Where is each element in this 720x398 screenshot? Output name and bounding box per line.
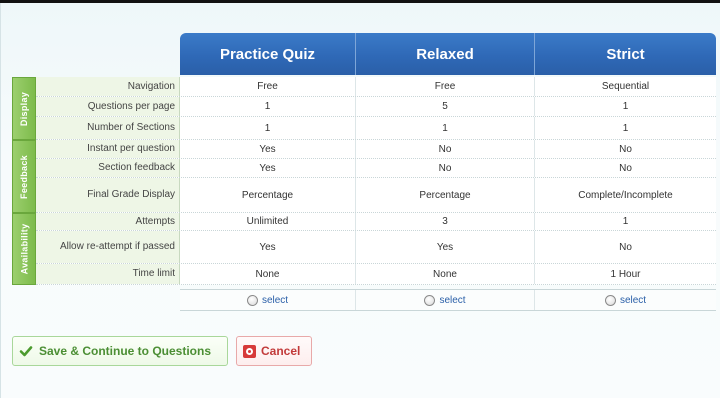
group-label-availability: Availability: [12, 213, 36, 285]
table-cell: Sequential: [601, 81, 650, 92]
table-row-final-grade-display: Final Grade Display Percentage Percentag…: [36, 178, 716, 213]
save-button-label: Save & Continue to Questions: [39, 344, 212, 358]
table-cell: 1: [180, 117, 356, 139]
cancel-button[interactable]: Cancel: [236, 336, 312, 366]
table-cell: Yes: [180, 231, 356, 263]
group-label-feedback: Feedback: [12, 140, 36, 213]
select-relaxed[interactable]: select: [356, 290, 535, 310]
group-label-display: Display: [12, 77, 36, 140]
table-cell: No: [356, 140, 535, 158]
table-row-section-feedback: Section feedback Yes No No: [36, 159, 716, 178]
select-strict[interactable]: select: [535, 290, 716, 310]
save-continue-button[interactable]: Save & Continue to Questions: [12, 336, 228, 366]
column-header-practice-quiz: Practice Quiz: [180, 33, 356, 75]
cancel-icon: [243, 344, 256, 358]
row-label: Section feedback: [36, 159, 180, 177]
table-row-time-limit: Time limit None None 1 Hour: [36, 264, 716, 285]
table-cell: Percentage: [356, 178, 535, 212]
table-cell: Yes: [180, 140, 356, 158]
table-row-instant-per-question: Instant per question Yes No No: [36, 140, 716, 159]
table-cell: 1: [622, 216, 629, 227]
select-link[interactable]: select: [262, 295, 288, 306]
checkmark-icon: [19, 346, 33, 357]
table-cell: Unlimited: [180, 213, 356, 230]
table-row-navigation: Navigation Free Free Sequential: [36, 77, 716, 97]
settings-table: Display Feedback Availability Navigation…: [12, 77, 716, 311]
column-header-strict: Strict: [535, 33, 716, 75]
table-row-allow-reattempt: Allow re-attempt if passed Yes Yes No: [36, 231, 716, 264]
table-cell: Yes: [180, 159, 356, 177]
select-link[interactable]: select: [620, 295, 646, 306]
table-cell: 1 Hour: [610, 268, 641, 280]
select-link[interactable]: select: [439, 295, 465, 306]
table-row-attempts: Attempts Unlimited 3 1: [36, 213, 716, 231]
row-label: Navigation: [36, 77, 180, 96]
table-cell: Yes: [356, 231, 535, 263]
table-cell: No: [619, 162, 632, 174]
select-row: select select select: [180, 289, 716, 311]
table-cell: 1: [622, 101, 629, 112]
table-cell: 1: [622, 122, 629, 134]
table-cell: 1: [180, 97, 356, 116]
radio-icon[interactable]: [604, 294, 616, 306]
table-cell: Free: [356, 77, 535, 96]
radio-icon[interactable]: [246, 294, 258, 306]
row-label: Allow re-attempt if passed: [36, 231, 180, 263]
select-practice-quiz[interactable]: select: [180, 290, 356, 310]
table-row-questions-per-page: Questions per page 1 5 1: [36, 97, 716, 117]
row-label: Time limit: [36, 264, 180, 284]
table-cell: None: [180, 264, 356, 284]
row-label: Instant per question: [36, 140, 180, 158]
radio-icon[interactable]: [424, 294, 436, 306]
table-cell: No: [356, 159, 535, 177]
table-cell: 1: [356, 117, 535, 139]
table-row-number-of-sections: Number of Sections 1 1 1: [36, 117, 716, 140]
cancel-button-label: Cancel: [261, 344, 301, 358]
table-cell: 5: [356, 97, 535, 116]
table-cell: None: [356, 264, 535, 284]
table-cell: Free: [180, 77, 356, 96]
table-cell: 3: [356, 213, 535, 230]
table-cell: No: [619, 143, 632, 155]
table-cell: Percentage: [180, 178, 356, 212]
table-cell: Complete/Incomplete: [578, 189, 673, 201]
row-label: Number of Sections: [36, 117, 180, 139]
column-header-relaxed: Relaxed: [356, 33, 535, 75]
row-label: Attempts: [36, 213, 180, 230]
row-label: Final Grade Display: [36, 178, 180, 212]
table-cell: No: [619, 241, 632, 253]
row-label: Questions per page: [36, 97, 180, 116]
